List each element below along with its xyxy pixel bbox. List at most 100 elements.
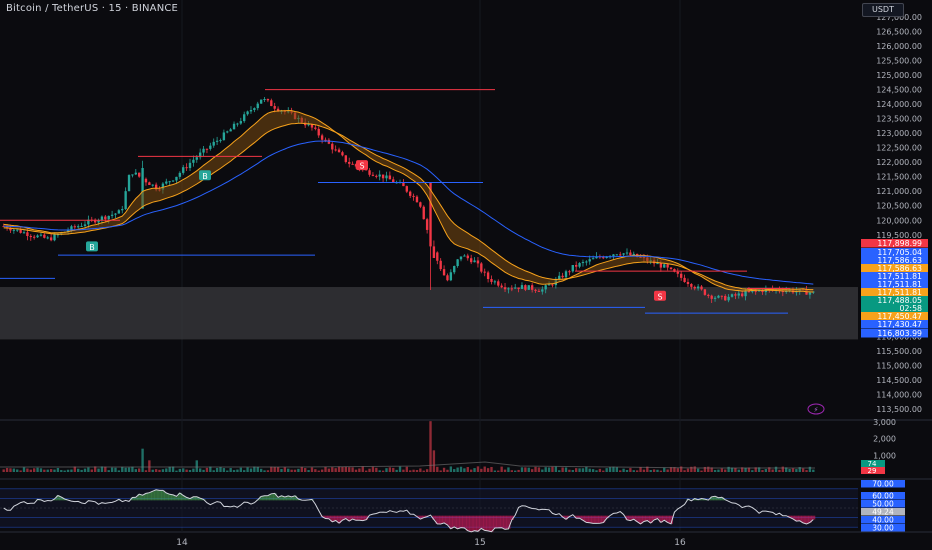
volume-bar bbox=[273, 466, 276, 472]
volume-bar bbox=[77, 468, 80, 472]
rsi-oversold-fill bbox=[598, 515, 602, 524]
volume-bar bbox=[232, 470, 236, 472]
volume-bar bbox=[439, 470, 442, 472]
rsi-oversold-fill bbox=[496, 515, 501, 528]
candle-body bbox=[212, 141, 215, 146]
volume-bar bbox=[649, 470, 652, 472]
candle-body bbox=[73, 226, 77, 228]
volume-bar bbox=[625, 469, 629, 472]
volume-bar bbox=[541, 469, 544, 472]
candle-body bbox=[182, 167, 185, 173]
volume-bar bbox=[490, 466, 493, 472]
volume-bar bbox=[324, 466, 327, 472]
candle-body bbox=[215, 140, 219, 142]
price-tick: 114,000.00 bbox=[876, 390, 922, 399]
volume-bar bbox=[544, 467, 547, 472]
volume-bar bbox=[307, 470, 310, 472]
volume-bar bbox=[49, 469, 53, 472]
candle-body bbox=[83, 224, 87, 226]
volume-bar bbox=[659, 470, 663, 472]
candle-body bbox=[497, 281, 500, 286]
volume-bar bbox=[405, 466, 408, 472]
candle-body bbox=[619, 254, 622, 256]
signal-marker-label: B bbox=[89, 243, 95, 252]
candle-body bbox=[226, 131, 229, 133]
candle-body bbox=[138, 172, 141, 177]
time-label: 14 bbox=[176, 538, 188, 548]
volume-bar bbox=[395, 469, 398, 472]
symbol-title[interactable]: Bitcoin / TetherUS · 15 · BINANCE bbox=[6, 3, 178, 14]
rsi-oversold-fill bbox=[350, 515, 355, 519]
candle-body bbox=[571, 265, 574, 272]
volume-bar bbox=[16, 469, 19, 472]
currency-button[interactable]: USDT bbox=[862, 3, 904, 17]
candle-body bbox=[341, 152, 344, 156]
candle-body bbox=[473, 260, 476, 263]
volume-bar bbox=[432, 450, 436, 472]
volume-bar bbox=[693, 466, 696, 472]
price-tick: 126,000.00 bbox=[876, 42, 922, 51]
candle-body bbox=[192, 159, 195, 163]
volume-bar bbox=[581, 468, 585, 472]
candle-body bbox=[442, 269, 446, 276]
candle-body bbox=[456, 259, 459, 267]
candle-body bbox=[381, 174, 385, 179]
candle-body bbox=[405, 186, 408, 192]
rsi-oversold-fill bbox=[476, 515, 480, 532]
volume-bar bbox=[686, 468, 690, 472]
price-label-text: 116,803.99 bbox=[877, 329, 922, 338]
rsi-overbought-fill bbox=[154, 489, 159, 501]
candle-body bbox=[124, 191, 127, 210]
volume-bar bbox=[297, 468, 300, 472]
candle-body bbox=[669, 267, 673, 270]
rsi-overbought-fill bbox=[167, 494, 172, 501]
candle-body bbox=[547, 284, 551, 286]
rsi-oversold-fill bbox=[479, 515, 484, 529]
volume-bar bbox=[144, 470, 148, 472]
candle-body bbox=[551, 284, 554, 286]
signal-marker-label: B bbox=[202, 172, 208, 181]
candle-body bbox=[700, 286, 703, 290]
candle-body bbox=[39, 234, 43, 236]
volume-bar bbox=[66, 469, 70, 472]
candle-body bbox=[622, 253, 625, 255]
volume-bar bbox=[215, 467, 219, 472]
volume-bar bbox=[354, 469, 358, 472]
volume-bar bbox=[300, 466, 303, 472]
rsi-oversold-fill bbox=[472, 515, 477, 531]
rsi-oversold-fill bbox=[493, 515, 497, 529]
candle-body bbox=[259, 99, 263, 104]
candle-body bbox=[469, 258, 473, 263]
chart-canvas[interactable]: BBSS⚡ 127,000.00126,500.00126,000.00125,… bbox=[0, 0, 932, 550]
rsi-oversold-fill bbox=[462, 515, 467, 528]
candle-body bbox=[195, 157, 198, 160]
candle-body bbox=[537, 290, 541, 292]
volume-bar bbox=[310, 467, 314, 472]
candle-body bbox=[503, 287, 507, 290]
candle-body bbox=[419, 202, 422, 207]
volume-bar bbox=[141, 448, 144, 472]
volume-bar bbox=[720, 468, 724, 472]
volume-bar bbox=[527, 467, 530, 472]
candle-body bbox=[734, 294, 737, 296]
candle-body bbox=[690, 283, 693, 287]
rsi-oversold-fill bbox=[442, 515, 447, 523]
volume-bar bbox=[537, 467, 541, 472]
volume-bar bbox=[595, 470, 598, 472]
candle-body bbox=[110, 214, 114, 216]
volume-bar bbox=[259, 468, 263, 472]
candle-body bbox=[144, 178, 148, 183]
volume-bar bbox=[32, 468, 36, 472]
volume-bar bbox=[676, 468, 679, 472]
rsi-oversold-fill bbox=[798, 515, 802, 521]
candle-body bbox=[331, 143, 334, 150]
rsi-overbought-fill bbox=[157, 490, 162, 501]
volume-bar bbox=[642, 469, 646, 472]
volume-bar bbox=[598, 468, 602, 472]
volume-bar bbox=[503, 469, 507, 472]
candle-body bbox=[415, 196, 419, 203]
volume-bar bbox=[442, 467, 446, 472]
signal-marker-label: S bbox=[657, 292, 662, 301]
candle-body bbox=[266, 98, 270, 101]
candle-body bbox=[77, 226, 80, 228]
